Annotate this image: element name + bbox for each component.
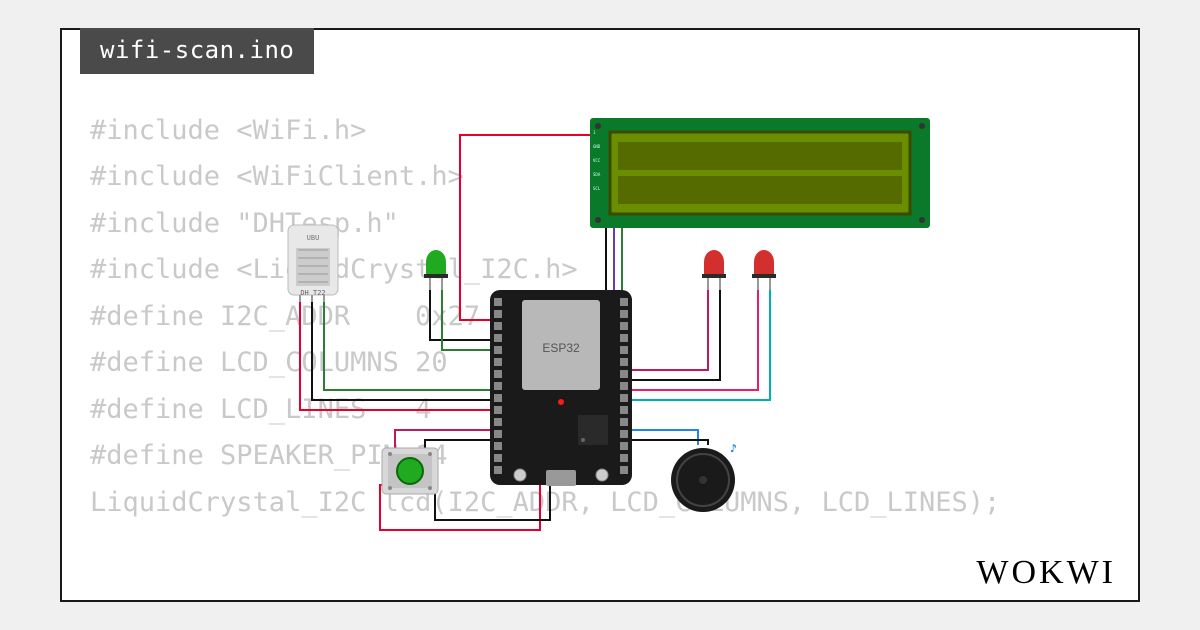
project-card: wifi-scan.ino #include <WiFi.h> #include… [60, 28, 1140, 602]
filename-text: wifi-scan.ino [100, 36, 294, 64]
source-code: #include <WiFi.h> #include <WiFiClient.h… [90, 108, 1000, 526]
wokwi-brand: WOKWI [976, 554, 1116, 592]
filename-tab: wifi-scan.ino [80, 28, 314, 74]
